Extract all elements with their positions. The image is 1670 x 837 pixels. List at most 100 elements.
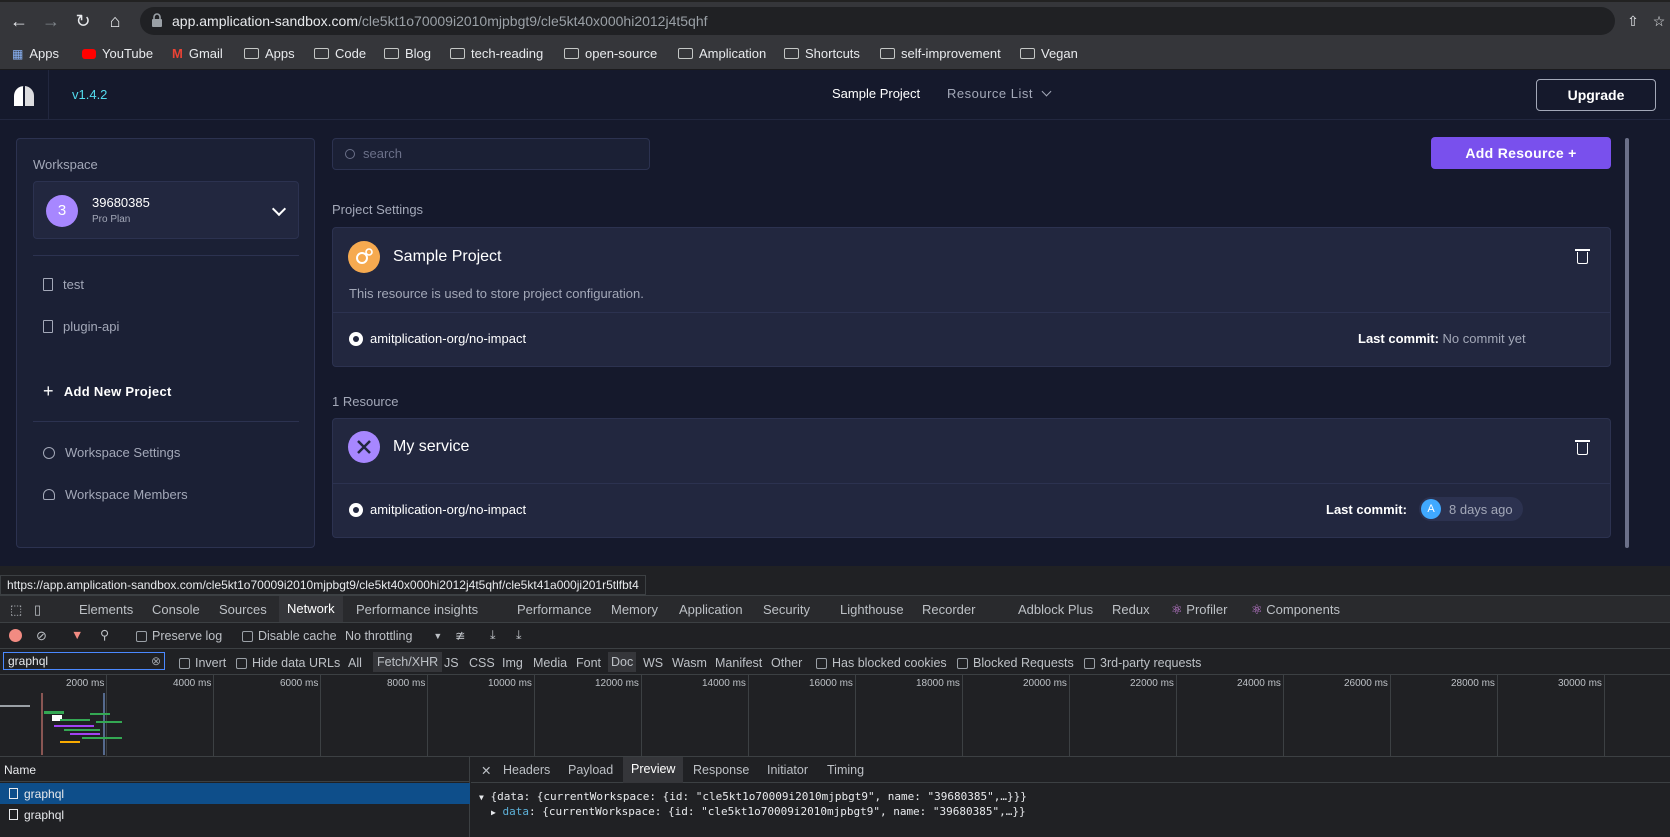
wifi-icon[interactable]: ≇ <box>455 628 465 643</box>
bookmark-folder-shortcuts[interactable]: Shortcuts <box>784 46 860 61</box>
tab-preview[interactable]: Preview <box>623 757 684 783</box>
bookmark-folder-amplication[interactable]: Amplication <box>678 46 766 61</box>
type-filter-css[interactable]: CSS <box>469 656 495 670</box>
sidebar-item-workspace-settings[interactable]: Workspace Settings <box>43 445 180 460</box>
back-icon[interactable]: ← <box>8 10 30 32</box>
search-input[interactable] <box>363 146 633 161</box>
disable-cache-checkbox[interactable]: Disable cache <box>242 629 337 643</box>
bookmark-folder-open-source[interactable]: open-source <box>564 46 657 61</box>
type-filter-all[interactable]: All <box>348 656 362 670</box>
tab-redux[interactable]: Redux <box>1112 602 1150 617</box>
tab-headers[interactable]: Headers <box>503 763 550 777</box>
tab-network[interactable]: Network <box>279 596 343 622</box>
bookmark-apps[interactable]: ▦ Apps <box>12 46 59 61</box>
type-filter-media[interactable]: Media <box>533 656 567 670</box>
header-divider <box>48 70 49 120</box>
share-icon[interactable]: ⇧ <box>1622 10 1644 32</box>
type-filter-other[interactable]: Other <box>771 656 802 670</box>
tab-memory[interactable]: Memory <box>611 602 658 617</box>
tab-performance[interactable]: Performance <box>517 602 591 617</box>
sidebar-item-project-test[interactable]: test <box>43 277 84 292</box>
service-repo-link[interactable]: amitplication-org/no-impact <box>349 502 526 517</box>
hide-data-urls-checkbox[interactable]: Hide data URLs <box>236 656 340 670</box>
resource-list-dropdown[interactable]: Resource List <box>947 86 1052 101</box>
type-filter-img[interactable]: Img <box>502 656 523 670</box>
tab-application[interactable]: Application <box>679 602 743 617</box>
bookmark-folder-code[interactable]: Code <box>314 46 366 61</box>
type-filter-fetch-xhr[interactable]: Fetch/XHR <box>373 652 443 672</box>
search-icon[interactable]: ⚲ <box>100 627 109 642</box>
type-filter-wasm[interactable]: Wasm <box>672 656 707 670</box>
last-commit-pill[interactable]: A 8 days ago <box>1419 497 1523 521</box>
home-icon[interactable]: ⌂ <box>104 10 126 32</box>
service-resource-card[interactable]: My service amitplication-org/no-impact L… <box>332 418 1611 538</box>
throttling-select[interactable]: No throttling ▼ <box>345 629 442 643</box>
sidebar-item-project-plugin-api[interactable]: plugin-api <box>43 319 119 334</box>
filter-icon[interactable]: ▼ <box>71 628 83 642</box>
clear-filter-icon[interactable]: ⊗ <box>151 654 161 668</box>
preserve-log-checkbox[interactable]: Preserve log <box>136 629 222 643</box>
add-new-project-button[interactable]: + Add New Project <box>43 381 172 402</box>
inspect-icon[interactable]: ⬚ <box>10 602 22 618</box>
tab-response[interactable]: Response <box>693 763 749 777</box>
project-breadcrumb[interactable]: Sample Project <box>832 86 920 101</box>
invert-checkbox[interactable]: Invert <box>179 656 226 670</box>
tab-payload[interactable]: Payload <box>568 763 613 777</box>
record-icon[interactable] <box>9 629 22 642</box>
tab-adblock-plus[interactable]: Adblock Plus <box>1018 602 1093 617</box>
tab-lighthouse[interactable]: Lighthouse <box>840 602 904 617</box>
blocked-requests-checkbox[interactable]: Blocked Requests <box>957 656 1074 670</box>
bookmark-youtube[interactable]: YouTube <box>82 46 153 61</box>
name-column-header[interactable]: Name <box>4 763 36 777</box>
close-icon[interactable]: ✕ <box>481 763 491 778</box>
bookmark-folder-apps[interactable]: Apps <box>244 46 295 61</box>
amplication-logo-icon[interactable] <box>14 86 34 106</box>
forward-icon[interactable]: → <box>40 10 62 32</box>
address-bar[interactable]: app.amplication-sandbox.com/cle5kt1o7000… <box>140 7 1615 35</box>
device-toggle-icon[interactable]: ▯ <box>34 602 41 618</box>
import-har-icon[interactable]: ⤓ <box>490 628 496 643</box>
tab-timing[interactable]: Timing <box>827 763 864 777</box>
export-har-icon[interactable]: ⤓ <box>516 628 522 643</box>
tab-elements[interactable]: Elements <box>79 602 133 617</box>
type-filter-font[interactable]: Font <box>576 656 601 670</box>
filter-input[interactable]: graphql ⊗ <box>3 652 165 670</box>
trash-icon[interactable] <box>1575 440 1590 455</box>
tab-sources[interactable]: Sources <box>219 602 267 617</box>
type-filter-doc[interactable]: Doc <box>608 652 637 672</box>
add-resource-button[interactable]: Add Resource + <box>1431 137 1611 169</box>
tab-profiler[interactable]: ⚛ Profiler <box>1171 602 1227 618</box>
tab-components[interactable]: ⚛ Components <box>1251 602 1340 618</box>
project-repo-link[interactable]: amitplication-org/no-impact <box>349 331 526 346</box>
main-scrollbar[interactable] <box>1625 138 1629 548</box>
json-root-line[interactable]: ▼ {data: {currentWorkspace: {id: "cle5kt… <box>479 790 1027 803</box>
workspace-selector[interactable]: 3 39680385 Pro Plan <box>33 181 299 239</box>
third-party-requests-checkbox[interactable]: 3rd-party requests <box>1084 656 1201 670</box>
bookmark-folder-vegan[interactable]: Vegan <box>1020 46 1078 61</box>
sidebar-item-workspace-members[interactable]: Workspace Members <box>43 487 188 502</box>
tab-initiator[interactable]: Initiator <box>767 763 808 777</box>
request-row-graphql-selected[interactable]: graphql <box>0 783 470 804</box>
type-filter-ws[interactable]: WS <box>643 656 663 670</box>
type-filter-js[interactable]: JS <box>444 656 459 670</box>
project-settings-card[interactable]: Sample Project This resource is used to … <box>332 227 1611 367</box>
trash-icon[interactable] <box>1575 249 1590 264</box>
network-overview-timeline[interactable]: 2000 ms 4000 ms 6000 ms 8000 ms 10000 ms… <box>0 675 1670 757</box>
bookmark-folder-self-improvement[interactable]: self-improvement <box>880 46 1001 61</box>
tab-recorder[interactable]: Recorder <box>922 602 975 617</box>
type-filter-manifest[interactable]: Manifest <box>715 656 762 670</box>
upgrade-button[interactable]: Upgrade <box>1536 79 1656 111</box>
bookmark-folder-tech-reading[interactable]: tech-reading <box>450 46 543 61</box>
tab-security[interactable]: Security <box>763 602 810 617</box>
clear-icon[interactable]: ⊘ <box>36 628 47 644</box>
json-data-line[interactable]: ▶ data: {currentWorkspace: {id: "cle5kt1… <box>491 805 1026 818</box>
has-blocked-cookies-checkbox[interactable]: Has blocked cookies <box>816 656 947 670</box>
tab-console[interactable]: Console <box>152 602 200 617</box>
tab-performance-insights[interactable]: Performance insights <box>356 602 478 617</box>
bookmark-gmail[interactable]: M Gmail <box>172 46 223 61</box>
star-icon[interactable]: ☆ <box>1648 10 1670 32</box>
reload-icon[interactable]: ↻ <box>72 10 94 32</box>
request-row-graphql[interactable]: graphql <box>0 804 470 825</box>
bookmark-folder-blog[interactable]: Blog <box>384 46 431 61</box>
resource-search[interactable] <box>332 138 650 170</box>
